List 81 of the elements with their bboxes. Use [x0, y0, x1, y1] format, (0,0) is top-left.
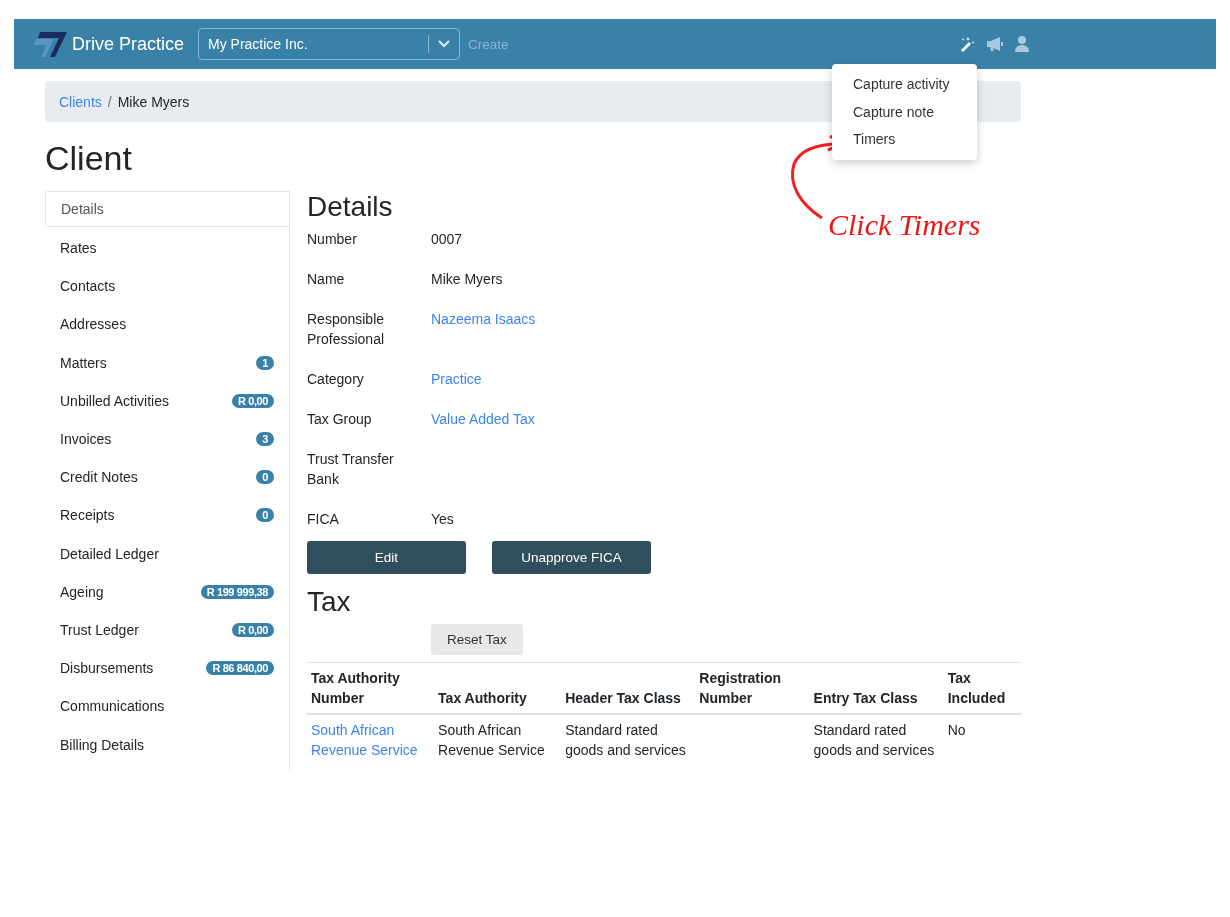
field-label: Tax Group — [307, 410, 373, 429]
table-link[interactable]: South African Revenue Service — [311, 720, 431, 760]
sidebar-label: Rates — [60, 240, 97, 257]
count-badge: R 0,00 — [232, 393, 274, 408]
sidebar-item[interactable]: Ageing R 199 999,38 — [45, 572, 289, 611]
menu-item[interactable]: Capture activity — [832, 71, 977, 99]
sidebar-item[interactable]: Addresses — [45, 305, 289, 344]
count-badge: R 0,00 — [232, 622, 274, 637]
field-label: Name — [307, 270, 346, 289]
logo-icon — [34, 30, 68, 58]
user-icon[interactable] — [1015, 36, 1029, 52]
field-label: FICA — [307, 510, 340, 529]
practice-select[interactable]: My Practice Inc. — [198, 28, 461, 60]
count-badge: 0 — [256, 470, 274, 485]
column-header: Tax Included — [943, 662, 1021, 714]
sidebar-label: Receipts — [60, 507, 115, 524]
sidebar-item[interactable]: Unbilled Activities R 0,00 — [45, 381, 289, 420]
sidebar-item[interactable]: Billing Details — [45, 725, 289, 764]
table-cell: Standard rated goods and services — [565, 722, 686, 758]
count-badge: 0 — [256, 508, 274, 523]
section-heading: Tax — [307, 586, 351, 618]
sidebar-label: Matters — [60, 354, 107, 371]
field-label: Trust Transfer Bank — [307, 450, 395, 489]
sidebar-item[interactable]: Communications — [45, 687, 289, 726]
sidebar-label: Disbursements — [60, 660, 154, 677]
sidebar-item[interactable]: Detailed Ledger — [45, 534, 289, 573]
sidebar-label: Invoices — [60, 431, 112, 448]
sidebar-item[interactable]: Credit Notes 0 — [45, 458, 289, 497]
count-badge: 1 — [256, 355, 274, 370]
column-header: Tax Authority — [434, 662, 562, 714]
field-label: Number — [307, 230, 358, 249]
sidebar-label: Detailed Ledger — [60, 545, 159, 562]
magic-wand-icon[interactable] — [959, 36, 975, 52]
sidebar-label: Ageing — [60, 583, 104, 600]
count-badge: 3 — [256, 432, 274, 447]
sidebar-item[interactable]: Receipts 0 — [45, 496, 289, 535]
breadcrumb-current: Mike Myers — [117, 93, 190, 110]
sidebar-label: Unbilled Activities — [60, 392, 169, 409]
count-badge: R 199 999,38 — [200, 584, 274, 599]
sidebar-label: Trust Ledger — [60, 621, 139, 638]
table-cell: South African Revenue Service — [438, 722, 545, 758]
sidebar-item[interactable]: Rates — [45, 229, 289, 268]
column-header: Header Tax Class — [561, 662, 696, 714]
sidebar-item[interactable]: Contacts — [45, 267, 289, 306]
column-header: Entry Tax Class — [809, 662, 944, 714]
annotation-text: Click Timers — [828, 208, 981, 242]
section-heading: Details — [307, 191, 393, 223]
breadcrumb-separator: / — [107, 93, 112, 110]
table-cell: Standard rated goods and services — [813, 722, 935, 758]
column-header: Registration Number — [695, 662, 810, 714]
field-value: 0007 — [431, 230, 463, 249]
count-badge: R 86 840,00 — [206, 661, 274, 676]
sidebar-label: Billing Details — [60, 736, 145, 753]
field-label: Responsible Professional — [307, 310, 386, 349]
brand-name[interactable]: Drive Practice — [72, 33, 185, 55]
sidebar-label: Communications — [60, 698, 165, 715]
sidebar-label: Details — [61, 201, 104, 217]
megaphone-icon[interactable] — [986, 36, 1004, 52]
page-title: Client — [45, 139, 132, 178]
chevron-down-icon — [438, 40, 451, 48]
reset-tax-button[interactable]: Reset Tax — [431, 624, 523, 655]
table-cell: No — [947, 722, 966, 738]
sidebar-label: Credit Notes — [60, 469, 138, 486]
sidebar-item[interactable]: Details — [45, 191, 289, 227]
unapprove-fica-button[interactable]: Unapprove FICA — [492, 541, 651, 574]
edit-button[interactable]: Edit — [307, 541, 466, 574]
sidebar-item[interactable]: Disbursements R 86 840,00 — [45, 649, 289, 688]
field-value: Yes — [431, 510, 454, 529]
sidebar-label: Contacts — [60, 278, 116, 295]
menu-item[interactable]: Capture note — [832, 98, 977, 126]
sidebar-item[interactable]: Matters 1 — [45, 343, 289, 382]
field-value: Mike Myers — [431, 270, 503, 289]
field-link[interactable]: Practice — [431, 369, 482, 389]
field-link[interactable]: Nazeema Isaacs — [431, 309, 536, 349]
menu-item[interactable]: Timers — [832, 126, 977, 154]
column-header: Tax Authority Number — [307, 662, 435, 714]
sidebar-item[interactable]: Invoices 3 — [45, 419, 289, 459]
sidebar-item[interactable]: Trust Ledger R 0,00 — [45, 610, 289, 650]
sidebar-label: Addresses — [60, 316, 127, 333]
field-label: Category — [307, 370, 365, 389]
field-link[interactable]: Value Added Tax — [431, 409, 535, 429]
